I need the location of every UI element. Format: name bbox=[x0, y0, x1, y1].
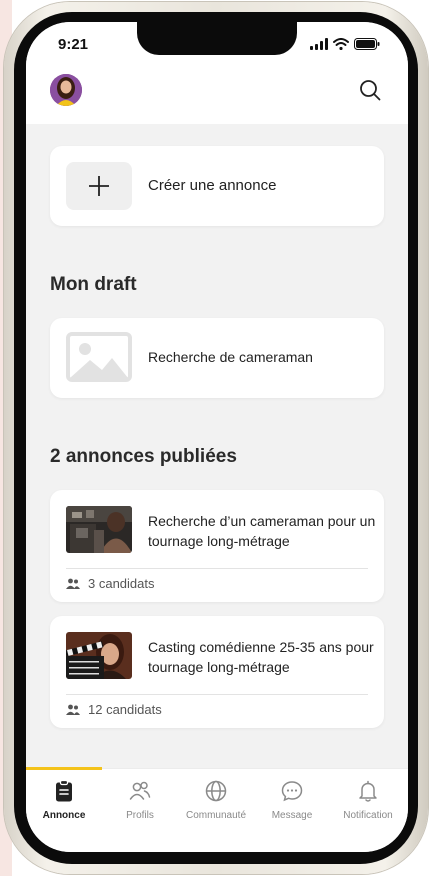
avatar-icon bbox=[50, 74, 82, 106]
tab-label: Message bbox=[271, 810, 313, 821]
tab-label: Annonce bbox=[42, 810, 86, 821]
published-ad-card[interactable]: Casting comédienne 25-35 ans pour tourna… bbox=[50, 616, 384, 728]
draft-card[interactable]: Recherche de cameraman bbox=[50, 318, 384, 398]
bottom-tab-bar: Annonce Profils Communauté Message Notif… bbox=[26, 767, 408, 852]
wifi-icon bbox=[333, 38, 349, 50]
ad-thumbnail bbox=[66, 506, 132, 553]
status-icons bbox=[310, 38, 380, 50]
create-ad-icon-box bbox=[66, 162, 132, 210]
app-screen: 9:21 Créer une annonce Mon draft Recherc… bbox=[26, 22, 408, 852]
notch bbox=[137, 22, 297, 55]
globe-icon bbox=[205, 780, 227, 802]
published-ad-card[interactable]: Recherche d’un cameraman pour un tournag… bbox=[50, 490, 384, 602]
bell-icon bbox=[359, 780, 377, 802]
tab-label: Profils bbox=[126, 810, 154, 821]
ad-title: Casting comédienne 25-35 ans pour tourna… bbox=[148, 639, 374, 675]
divider bbox=[66, 568, 368, 569]
user-avatar[interactable] bbox=[50, 74, 82, 106]
tab-label: Communauté bbox=[185, 810, 247, 821]
users-icon bbox=[66, 578, 80, 589]
tab-label: Notification bbox=[343, 810, 393, 821]
tab-profils[interactable]: Profils bbox=[102, 779, 178, 821]
tab-message[interactable]: Message bbox=[254, 779, 330, 821]
status-bar: 9:21 bbox=[26, 22, 408, 70]
divider bbox=[66, 694, 368, 695]
draft-section-title: Mon draft bbox=[50, 274, 137, 295]
status-time: 9:21 bbox=[58, 36, 89, 53]
create-ad-card[interactable]: Créer une annonce bbox=[50, 146, 384, 226]
candidates-count: 3 candidats bbox=[66, 576, 155, 591]
search-button[interactable] bbox=[358, 78, 382, 102]
ad-title: Recherche d’un cameraman pour un tournag… bbox=[148, 513, 376, 549]
chat-icon bbox=[281, 781, 303, 802]
candidates-label: 3 candidats bbox=[88, 576, 155, 591]
ad-thumbnail bbox=[66, 632, 132, 679]
main-content: Créer une annonce Mon draft Recherche de… bbox=[26, 124, 408, 768]
tab-communaute[interactable]: Communauté bbox=[178, 779, 254, 821]
image-placeholder-icon bbox=[66, 332, 132, 382]
app-header bbox=[26, 70, 408, 124]
plus-icon bbox=[89, 176, 109, 196]
candidates-label: 12 candidats bbox=[88, 702, 162, 717]
search-icon bbox=[360, 80, 381, 101]
candidates-count: 12 candidats bbox=[66, 702, 162, 717]
tab-annonce[interactable]: Annonce bbox=[26, 779, 102, 821]
clipboard-icon bbox=[56, 779, 72, 802]
tab-notification[interactable]: Notification bbox=[330, 779, 406, 821]
create-ad-label: Créer une annonce bbox=[148, 177, 277, 194]
users-icon bbox=[129, 781, 151, 800]
active-tab-indicator bbox=[26, 767, 102, 770]
users-icon bbox=[66, 704, 80, 715]
signal-icon bbox=[310, 38, 328, 50]
draft-title: Recherche de cameraman bbox=[148, 349, 313, 365]
battery-icon bbox=[354, 38, 380, 50]
published-section-title: 2 annonces publiées bbox=[50, 446, 237, 467]
